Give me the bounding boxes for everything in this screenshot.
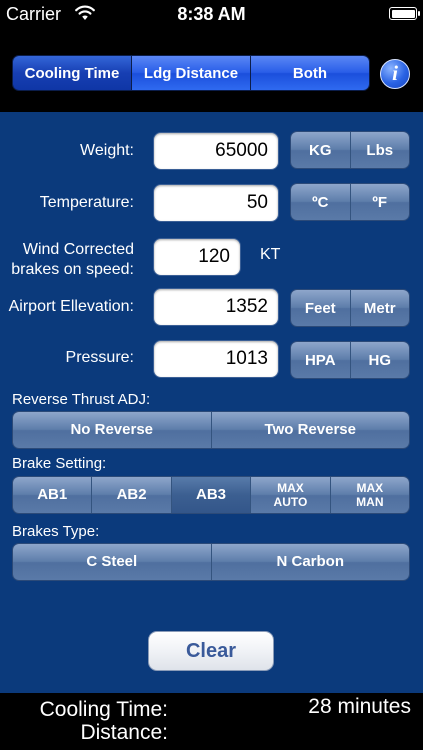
clear-button[interactable]: Clear (148, 631, 274, 671)
temperature-input[interactable] (153, 184, 279, 222)
brakes-type-control: C Steel N Carbon (12, 543, 410, 581)
tab-both[interactable]: Both (251, 56, 369, 90)
pressure-label: Pressure: (65, 349, 134, 366)
brake-setting-title: Brake Setting: (12, 455, 107, 472)
top-bar: Cooling Time Ldg Distance Both i (0, 28, 423, 112)
two-reverse-button[interactable]: Two Reverse (211, 412, 409, 448)
unit-celsius-button[interactable]: ºC (291, 184, 351, 220)
clock-time: 8:38 AM (177, 4, 246, 24)
speed-unit: KT (260, 246, 281, 263)
weight-label: Weight: (80, 142, 134, 159)
unit-lbs-button[interactable]: Lbs (350, 132, 409, 168)
weight-unit-control: KG Lbs (290, 131, 410, 169)
unit-feet-button[interactable]: Feet (291, 290, 351, 326)
elevation-label: Airport Ellevation: (8, 298, 134, 315)
tab-cooling-time[interactable]: Cooling Time (13, 56, 132, 90)
reverse-thrust-control: No Reverse Two Reverse (12, 411, 410, 449)
info-icon[interactable]: i (380, 59, 410, 89)
unit-fahrenheit-button[interactable]: ºF (350, 184, 409, 220)
tab-ldg-distance[interactable]: Ldg Distance (132, 56, 251, 90)
distance-label: Distance: (80, 721, 168, 744)
no-reverse-button[interactable]: No Reverse (13, 412, 212, 448)
speed-input[interactable] (153, 238, 241, 276)
c-steel-button[interactable]: C Steel (13, 544, 212, 580)
brake-setting-control: AB1 AB2 AB3 MAX AUTO MAX MAN (12, 476, 410, 514)
unit-metr-button[interactable]: Metr (350, 290, 409, 326)
brake-ab1-button[interactable]: AB1 (13, 477, 93, 513)
unit-kg-button[interactable]: KG (291, 132, 351, 168)
status-bar: Carrier 8:38 AM (0, 0, 423, 28)
cooling-time-label: Cooling Time: (39, 698, 168, 721)
brake-ab2-button[interactable]: AB2 (92, 477, 172, 513)
input-panel: Weight: KG Lbs Temperature: ºC ºF Wind C… (0, 112, 423, 693)
weight-input[interactable] (153, 132, 279, 170)
battery-icon (389, 7, 420, 20)
temperature-unit-control: ºC ºF (290, 183, 410, 221)
brake-max-auto-button[interactable]: MAX AUTO (251, 477, 331, 513)
n-carbon-button[interactable]: N Carbon (211, 544, 409, 580)
brakes-type-title: Brakes Type: (12, 523, 100, 540)
elevation-input[interactable] (153, 288, 279, 326)
pressure-unit-control: HPA HG (290, 341, 410, 379)
speed-label-line1: Wind Corrected (22, 241, 134, 258)
brake-max-man-button[interactable]: MAX MAN (330, 477, 409, 513)
unit-hpa-button[interactable]: HPA (291, 342, 351, 378)
temperature-label: Temperature: (39, 194, 134, 211)
speed-label: Wind Corrected brakes on speed: (0, 240, 134, 280)
pressure-input[interactable] (153, 340, 279, 378)
results-bar: Cooling Time: 28 minutes Distance: (0, 693, 423, 750)
unit-hg-button[interactable]: HG (350, 342, 409, 378)
mode-segmented-control: Cooling Time Ldg Distance Both (12, 55, 370, 91)
elevation-unit-control: Feet Metr (290, 289, 410, 327)
brake-ab3-button[interactable]: AB3 (171, 477, 252, 513)
cooling-time-value: 28 minutes (308, 695, 411, 718)
speed-label-line2: brakes on speed: (11, 261, 134, 278)
reverse-thrust-title: Reverse Thrust ADJ: (12, 391, 151, 408)
